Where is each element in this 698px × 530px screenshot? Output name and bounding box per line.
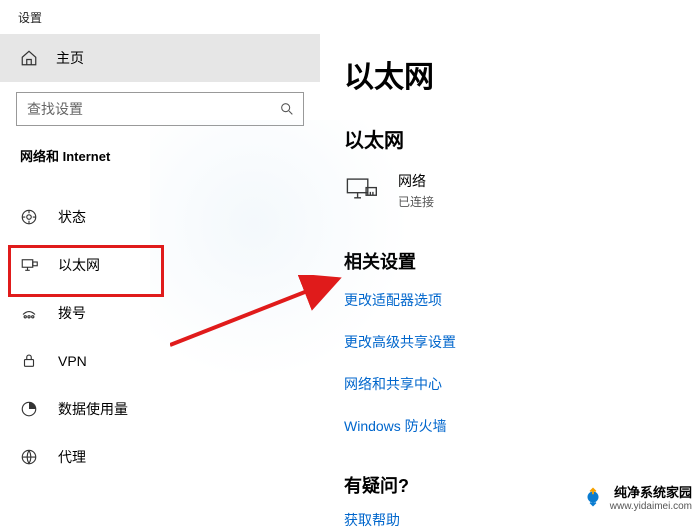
sidebar-item-datausage[interactable]: 数据使用量 [0,385,320,433]
sidebar-item-label: 拨号 [58,303,86,323]
home-label: 主页 [56,48,84,68]
sidebar-section-title: 网络和 Internet [0,136,320,175]
window-header: 设置 [0,0,698,34]
status-icon [20,208,38,226]
network-status: 已连接 [398,193,434,210]
dialup-icon [20,304,38,322]
content-container: 主页 网络和 Internet [0,34,698,516]
proxy-icon [20,448,38,466]
search-input[interactable] [27,101,279,117]
network-name: 网络 [398,171,434,191]
window-title: 设置 [18,9,42,26]
link-adapter-options[interactable]: 更改适配器选项 [344,290,698,310]
sidebar-item-label: 代理 [58,447,86,467]
sidebar-item-vpn[interactable]: VPN [0,337,320,385]
page-title: 以太网 [344,52,698,96]
vpn-icon [20,352,38,370]
search-icon [279,101,295,117]
sidebar-item-status[interactable]: 状态 [0,193,320,241]
sidebar-item-label: 以太网 [58,255,100,275]
related-settings: 相关设置 更改适配器选项 更改高级共享设置 网络和共享中心 Windows 防火… [344,248,698,436]
sidebar-item-label: 状态 [58,207,86,227]
monitor-network-icon [344,174,378,208]
ethernet-heading: 以太网 [344,124,698,153]
sidebar-item-label: 数据使用量 [58,399,128,419]
link-get-help[interactable]: 获取帮助 [344,510,698,530]
link-advanced-sharing[interactable]: 更改高级共享设置 [344,332,698,352]
home-nav[interactable]: 主页 [0,34,320,82]
link-network-center[interactable]: 网络和共享中心 [344,374,698,394]
ethernet-icon [20,256,38,274]
sidebar-item-dialup[interactable]: 拨号 [0,289,320,337]
data-usage-icon [20,400,38,418]
link-windows-firewall[interactable]: Windows 防火墙 [344,416,698,436]
search-box[interactable] [16,92,304,126]
sidebar-item-label: VPN [58,353,87,369]
sidebar-item-ethernet[interactable]: 以太网 [0,241,320,289]
related-heading: 相关设置 [344,248,698,274]
home-icon [20,49,38,67]
sidebar: 主页 网络和 Internet [0,34,320,516]
search-wrap [0,82,320,136]
sidebar-item-proxy[interactable]: 代理 [0,433,320,481]
question-section: 有疑问? 获取帮助 [344,472,698,530]
question-heading: 有疑问? [344,472,698,498]
network-entry[interactable]: 网络 已连接 [344,171,698,210]
network-text: 网络 已连接 [398,171,434,210]
sidebar-nav: 状态 以太网 拨号 [0,193,320,481]
main-panel: 以太网 以太网 网络 已连接 相关设置 更改适配器选项 更改高级共享设置 网络和… [320,34,698,516]
